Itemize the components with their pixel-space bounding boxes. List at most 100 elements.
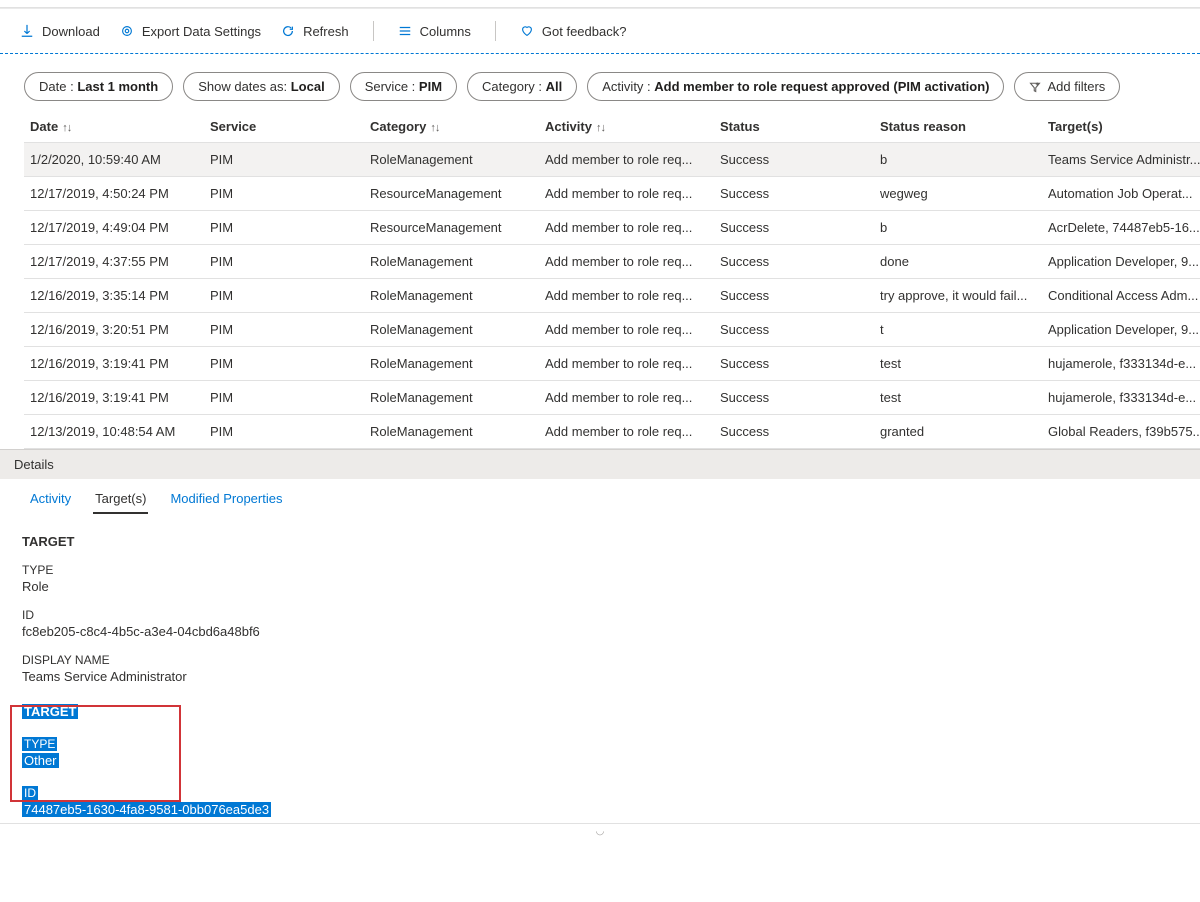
tab-modified[interactable]: Modified Properties xyxy=(168,485,284,514)
cell-date: 12/16/2019, 3:20:51 PM xyxy=(24,313,204,347)
gear-icon xyxy=(120,24,134,38)
cell-target: Conditional Access Adm... xyxy=(1042,279,1200,313)
table-row[interactable]: 1/2/2020, 10:59:40 AMPIMRoleManagementAd… xyxy=(24,143,1200,177)
cell-reason: test xyxy=(874,347,1042,381)
refresh-label: Refresh xyxy=(303,24,349,39)
cell-service: PIM xyxy=(204,347,364,381)
cell-activity: Add member to role req... xyxy=(539,381,714,415)
filter-service[interactable]: Service : PIM xyxy=(350,72,457,101)
id-value: fc8eb205-c8c4-4b5c-a3e4-04cbd6a48bf6 xyxy=(22,624,1178,639)
download-button[interactable]: Download xyxy=(20,24,100,39)
tab-activity[interactable]: Activity xyxy=(28,485,73,514)
table-row[interactable]: 12/16/2019, 3:35:14 PMPIMRoleManagementA… xyxy=(24,279,1200,313)
add-filters-button[interactable]: Add filters xyxy=(1014,72,1120,101)
export-button[interactable]: Export Data Settings xyxy=(120,24,261,39)
cell-status: Success xyxy=(714,347,874,381)
cell-category: RoleManagement xyxy=(364,143,539,177)
table-row[interactable]: 12/17/2019, 4:37:55 PMPIMRoleManagementA… xyxy=(24,245,1200,279)
cell-target: Application Developer, 9... xyxy=(1042,313,1200,347)
separator xyxy=(373,21,374,41)
cell-category: RoleManagement xyxy=(364,313,539,347)
download-icon xyxy=(20,24,34,38)
displayname-value: Teams Service Administrator xyxy=(22,669,1178,684)
cell-status: Success xyxy=(714,279,874,313)
cell-service: PIM xyxy=(204,177,364,211)
cell-reason: t xyxy=(874,313,1042,347)
table-row[interactable]: 12/17/2019, 4:50:24 PMPIMResourceManagem… xyxy=(24,177,1200,211)
sort-icon: ↑↓ xyxy=(430,122,439,134)
separator xyxy=(495,21,496,41)
details-content: TARGET TYPE Role ID fc8eb205-c8c4-4b5c-a… xyxy=(0,514,1200,823)
cell-activity: Add member to role req... xyxy=(539,313,714,347)
id-label: ID xyxy=(22,608,1178,622)
cell-target: Automation Job Operat... xyxy=(1042,177,1200,211)
table-row[interactable]: 12/16/2019, 3:19:41 PMPIMRoleManagementA… xyxy=(24,381,1200,415)
cell-status: Success xyxy=(714,245,874,279)
cell-category: ResourceManagement xyxy=(364,177,539,211)
cell-reason: done xyxy=(874,245,1042,279)
cell-category: RoleManagement xyxy=(364,381,539,415)
cell-target: Teams Service Administr... xyxy=(1042,143,1200,177)
filter-showdates[interactable]: Show dates as: Local xyxy=(183,72,339,101)
sort-icon: ↑↓ xyxy=(62,122,71,134)
cell-reason: granted xyxy=(874,415,1042,449)
filter-pills: Date : Last 1 month Show dates as: Local… xyxy=(0,54,1200,111)
cell-status: Success xyxy=(714,415,874,449)
feedback-button[interactable]: Got feedback? xyxy=(520,24,627,39)
cell-category: RoleManagement xyxy=(364,245,539,279)
col-target[interactable]: Target(s) xyxy=(1042,111,1200,143)
cell-target: Global Readers, f39b575... xyxy=(1042,415,1200,449)
tab-targets[interactable]: Target(s) xyxy=(93,485,148,514)
cell-reason: b xyxy=(874,143,1042,177)
cell-date: 12/17/2019, 4:49:04 PM xyxy=(24,211,204,245)
cell-target: AcrDelete, 74487eb5-16... xyxy=(1042,211,1200,245)
cell-status: Success xyxy=(714,177,874,211)
cell-service: PIM xyxy=(204,415,364,449)
cell-category: RoleManagement xyxy=(364,415,539,449)
table-row[interactable]: 12/13/2019, 10:48:54 AMPIMRoleManagement… xyxy=(24,415,1200,449)
table-row[interactable]: 12/16/2019, 3:20:51 PMPIMRoleManagementA… xyxy=(24,313,1200,347)
cell-date: 12/17/2019, 4:50:24 PM xyxy=(24,177,204,211)
target-heading-2: TARGET xyxy=(22,704,1178,719)
cell-activity: Add member to role req... xyxy=(539,245,714,279)
filter-category[interactable]: Category : All xyxy=(467,72,577,101)
cell-category: RoleManagement xyxy=(364,347,539,381)
cell-target: hujamerole, f333134d-e... xyxy=(1042,381,1200,415)
cell-date: 12/16/2019, 3:19:41 PM xyxy=(24,347,204,381)
cell-service: PIM xyxy=(204,143,364,177)
col-date[interactable]: Date↑↓ xyxy=(24,111,204,143)
details-tabs: Activity Target(s) Modified Properties xyxy=(0,479,1200,514)
col-service[interactable]: Service xyxy=(204,111,364,143)
col-category[interactable]: Category↑↓ xyxy=(364,111,539,143)
cell-service: PIM xyxy=(204,279,364,313)
heart-icon xyxy=(520,24,534,38)
type-label: TYPE xyxy=(22,563,1178,577)
col-reason[interactable]: Status reason xyxy=(874,111,1042,143)
cell-category: RoleManagement xyxy=(364,279,539,313)
cell-date: 1/2/2020, 10:59:40 AM xyxy=(24,143,204,177)
col-status[interactable]: Status xyxy=(714,111,874,143)
cell-category: ResourceManagement xyxy=(364,211,539,245)
refresh-button[interactable]: Refresh xyxy=(281,24,349,39)
col-activity[interactable]: Activity↑↓ xyxy=(539,111,714,143)
cell-service: PIM xyxy=(204,245,364,279)
cell-activity: Add member to role req... xyxy=(539,211,714,245)
columns-button[interactable]: Columns xyxy=(398,24,471,39)
resize-handle[interactable]: ◡ xyxy=(0,823,1200,837)
audit-log-table: Date↑↓ Service Category↑↓ Activity↑↓ Sta… xyxy=(24,111,1200,449)
cell-status: Success xyxy=(714,313,874,347)
details-bar: Details xyxy=(0,449,1200,479)
cell-activity: Add member to role req... xyxy=(539,177,714,211)
cell-status: Success xyxy=(714,143,874,177)
cell-activity: Add member to role req... xyxy=(539,415,714,449)
cell-date: 12/17/2019, 4:37:55 PM xyxy=(24,245,204,279)
cell-reason: b xyxy=(874,211,1042,245)
cell-reason: wegweg xyxy=(874,177,1042,211)
table-row[interactable]: 12/17/2019, 4:49:04 PMPIMResourceManagem… xyxy=(24,211,1200,245)
download-label: Download xyxy=(42,24,100,39)
table-row[interactable]: 12/16/2019, 3:19:41 PMPIMRoleManagementA… xyxy=(24,347,1200,381)
columns-icon xyxy=(398,24,412,38)
filter-activity[interactable]: Activity : Add member to role request ap… xyxy=(587,72,1004,101)
refresh-icon xyxy=(281,24,295,38)
filter-date[interactable]: Date : Last 1 month xyxy=(24,72,173,101)
